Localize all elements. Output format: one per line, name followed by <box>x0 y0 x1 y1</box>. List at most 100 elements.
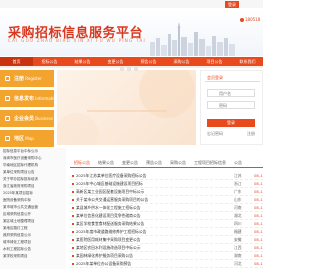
list-item[interactable]: 2025年某项目招标 <box>0 190 66 197</box>
notice-date: 08-1 <box>254 189 263 194</box>
list-item[interactable]: 2025年某单位办公设备采购预告 河北 08-1 <box>70 260 263 268</box>
forgot-password-link[interactable]: 忘记密码 <box>207 131 223 137</box>
notice-title[interactable]: 2025年江苏某单位医疗设备采购招标公告 <box>76 172 230 180</box>
notice-title[interactable]: 某单位信息化建设项目竞争性磋商公告 <box>76 212 230 220</box>
notice-date: 08-1 <box>254 245 263 250</box>
notice-title[interactable]: 2025年度市政道路维修养护工程招标公告 <box>76 228 230 236</box>
bullet-icon <box>72 191 74 193</box>
city-skyline-image <box>150 22 235 56</box>
register-button[interactable]: 注册 Register <box>0 70 54 87</box>
publish-info-button[interactable]: 信息发布 Information <box>0 90 58 107</box>
notice-region: 四川 <box>234 221 242 226</box>
notice-title[interactable]: 2025年某单位办公设备采购预告 <box>76 260 230 268</box>
notice-date: 08-1 <box>254 261 263 266</box>
carousel-dot[interactable] <box>127 67 131 71</box>
login-links: 忘记密码 注册 <box>207 131 255 137</box>
list-item[interactable]: 某单位采购项目公告 <box>0 169 66 176</box>
bullet-icon <box>72 215 74 217</box>
nav-project[interactable]: 项目公告 <box>198 57 231 66</box>
business-member-button[interactable]: 企业会员 Business <box>0 110 54 127</box>
site-header: 采购招标信息服务平台 CAI GOU ZHAO BIAO XIN XI FU W… <box>0 8 263 56</box>
top-register-link[interactable] <box>240 1 248 8</box>
list-item[interactable]: 深圳市医疗设备采购中心 <box>0 155 66 162</box>
notice-title[interactable]: 某医院医用耗材集中采购项目变更公告 <box>76 236 230 244</box>
list-item[interactable]: 某县城乡供水一体化工程施工招标公告 河南 08-1 <box>70 204 263 212</box>
login-submit-button[interactable]: 登录 <box>207 119 255 127</box>
password-input[interactable] <box>207 101 255 109</box>
bullet-icon <box>72 183 74 185</box>
user-icon <box>5 76 10 81</box>
username-input[interactable] <box>207 89 255 97</box>
list-item[interactable]: 2025年江苏某单位医疗设备采购招标公告 江苏 08-1 <box>70 172 263 180</box>
bullet-icon <box>72 231 74 233</box>
divider <box>205 81 260 82</box>
tab-preview[interactable]: 预告公告 <box>142 158 166 168</box>
notice-title[interactable]: 关于某市公共交通运营服务采购项目的公告 <box>76 196 230 204</box>
bullet-icon <box>72 255 74 257</box>
notice-list: 2025年江苏某单位医疗设备采购招标公告 江苏 08-1 2025年中心城区基础设施… <box>70 172 263 268</box>
bullet-icon <box>72 247 74 249</box>
nav-divider <box>0 66 263 68</box>
list-item[interactable]: 某学校采购项目 <box>0 253 66 260</box>
region-map-button[interactable]: 地区 Map <box>0 130 54 147</box>
list-item[interactable]: 水利工程招标公告 <box>0 246 66 253</box>
notice-title[interactable]: 某地区农田水利设施改造项目中标公示 <box>76 244 230 252</box>
tab-change[interactable]: 变更公告 <box>118 158 142 168</box>
nav-change[interactable]: 变更公告 <box>99 57 132 66</box>
tab-notice[interactable]: 公告 <box>230 158 246 168</box>
side-button-en: Business <box>35 116 53 121</box>
nav-result[interactable]: 结果公告 <box>66 57 99 66</box>
list-item[interactable]: 某园林绿化养护服务项目采购公告 湖南 08-1 <box>70 252 263 260</box>
notice-region: 安徽 <box>234 237 242 242</box>
list-item[interactable]: 关于举办招标投标培训 <box>0 176 66 183</box>
carousel-dot[interactable] <box>134 67 138 71</box>
list-item[interactable]: 城市绿化工程项目 <box>0 239 66 246</box>
top-login-button[interactable]: 登录 <box>225 1 239 8</box>
nav-tender[interactable]: 招标公告 <box>33 57 66 66</box>
list-item[interactable]: 某市城市公共交通运营 <box>0 204 66 211</box>
notice-title[interactable]: 2025年中心城区基础设施建设项目招标 <box>76 180 230 188</box>
banner-decoration <box>55 62 195 157</box>
register-link[interactable]: 注册 <box>247 131 255 137</box>
list-item[interactable]: 2025年度市政道路维修养护工程招标公告 福建 08-1 <box>70 228 263 236</box>
list-item[interactable]: 某单位信息化建设项目竞争性磋商公告 湖北 08-1 <box>70 212 263 220</box>
nav-preview[interactable]: 预告公告 <box>132 57 165 66</box>
list-item[interactable]: 招标信息平台中标公示 <box>0 148 66 155</box>
nav-home[interactable]: 首页 <box>0 57 33 66</box>
notice-date: 08-1 <box>254 221 263 226</box>
bullet-icon <box>72 239 74 241</box>
notice-title[interactable]: 某县城乡供水一体化工程施工招标公告 <box>76 204 230 212</box>
list-item[interactable]: 区域采购信息公开 <box>0 211 66 218</box>
list-item[interactable]: 浙江省政府采购项目 <box>0 183 66 190</box>
tab-result[interactable]: 结果公告 <box>94 158 118 168</box>
bullet-icon <box>72 175 74 177</box>
list-item[interactable]: 某医院医用耗材集中采购项目变更公告 安徽 08-1 <box>70 236 263 244</box>
list-item[interactable]: 医院设备采购中标 <box>0 197 66 204</box>
list-item[interactable]: 2025年中心城区基础设施建设项目招标 浙江 08-1 <box>70 180 263 188</box>
map-icon <box>5 136 10 141</box>
list-item[interactable]: 政府采购信息公示 <box>0 232 66 239</box>
nav-purchase[interactable]: 采购公告 <box>165 57 198 66</box>
carousel-dot[interactable] <box>120 67 124 71</box>
list-item[interactable]: 某地区路灯工程 <box>0 225 66 232</box>
list-item[interactable]: 某区域土地整理项目 <box>0 218 66 225</box>
tab-tender[interactable]: 招标公告 <box>70 158 94 168</box>
notice-title[interactable]: 高新区某工业园区配套设施项目中标公示 <box>76 188 230 196</box>
list-item[interactable]: 某地区农田水利设施改造项目中标公示 江西 08-1 <box>70 244 263 252</box>
notice-title[interactable]: 某区学校食堂食材配送服务采购结果公告 <box>76 220 230 228</box>
list-item[interactable]: 高新区某工业园区配套设施项目中标公示 广东 08-1 <box>70 188 263 196</box>
tab-purchase[interactable]: 采购公告 <box>166 158 190 168</box>
notice-tabs: 招标公告 结果公告 变更公告 预告公告 采购公告 工程项目招标信息 公告 <box>70 158 263 168</box>
list-item[interactable]: 华南地区招标代理机构 <box>0 162 66 169</box>
notice-region: 福建 <box>234 229 242 234</box>
notice-date: 08-1 <box>254 229 263 234</box>
notice-title[interactable]: 某园林绿化养护服务项目采购公告 <box>76 252 230 260</box>
notice-date: 08-1 <box>254 197 263 202</box>
notice-region: 河南 <box>234 205 242 210</box>
tab-engineering[interactable]: 工程项目招标信息 <box>190 158 230 168</box>
notice-region: 江苏 <box>234 173 242 178</box>
list-item[interactable]: 关于某市公共交通运营服务采购项目的公告 山东 08-1 <box>70 196 263 204</box>
list-item[interactable]: 某区学校食堂食材配送服务采购结果公告 四川 08-1 <box>70 220 263 228</box>
nav-contact[interactable]: 联系我们 <box>231 57 264 66</box>
site-subtitle: CAI GOU ZHAO BIAO XIN XI FU WU PING TAI <box>8 38 147 43</box>
